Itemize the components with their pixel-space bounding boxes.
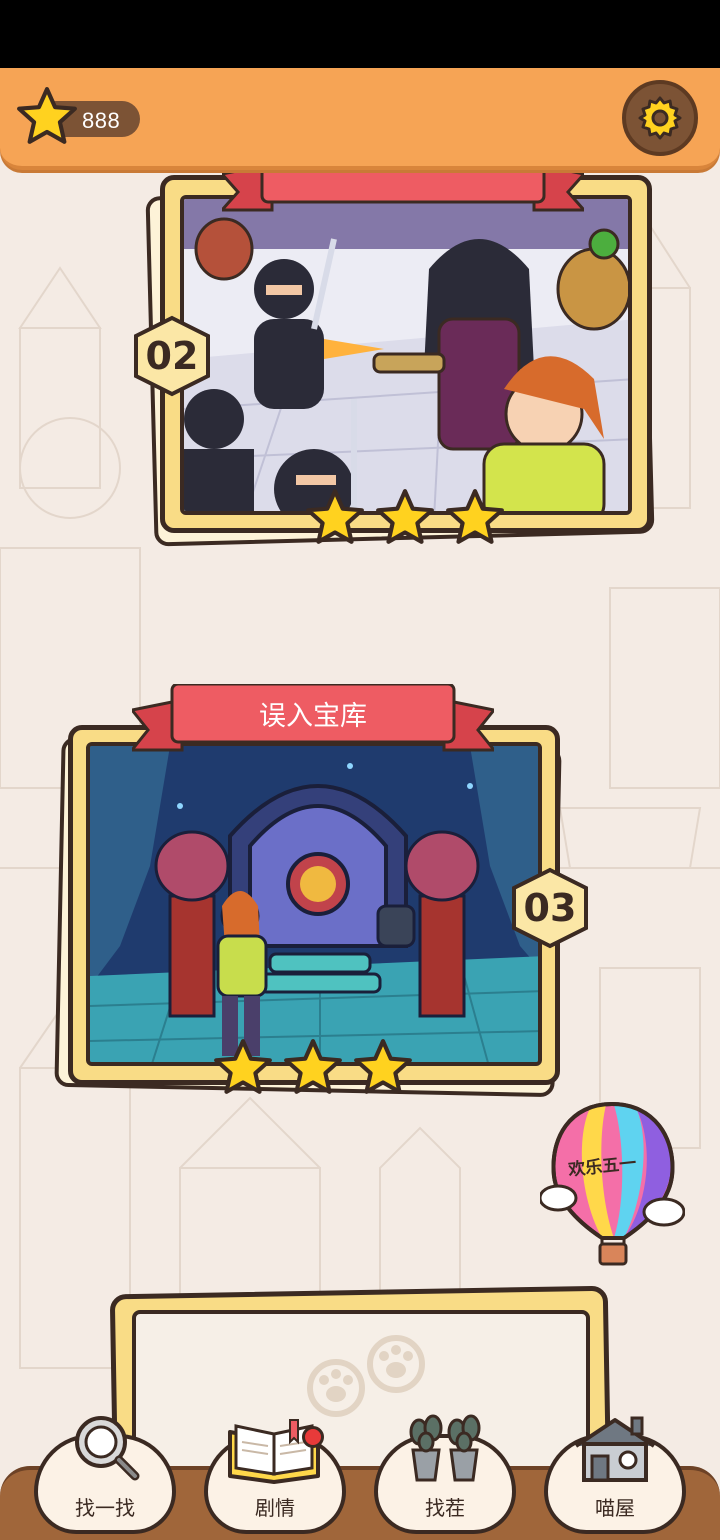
nav-label: 找一找 [75,1496,135,1520]
ninja-fight-scene-image [184,199,628,511]
nav-item-story[interactable]: 剧情 [204,1419,346,1534]
star-icon [354,1039,412,1094]
notification-dot [302,1426,324,1448]
level-title-ribbon: 误入宝库 [132,684,494,754]
settings-button[interactable] [622,80,698,156]
star-icon [214,1039,272,1094]
level-title: 误入宝库 [259,700,367,732]
potted-plants-icon [409,1414,481,1482]
coin-count: 888 [82,108,121,133]
star-icon [306,489,364,544]
level-scene-03 [86,742,542,1066]
level-number-badge: 03 [508,866,592,950]
nav-label: 找茬 [425,1496,465,1520]
level-scene-02 [180,195,632,515]
nav-label: 喵屋 [595,1496,635,1520]
status-bar [0,0,720,68]
top-bar: 888 [0,68,720,170]
book-icon [228,1419,320,1484]
hot-air-balloon-icon [538,1101,686,1266]
gear-icon [638,96,682,140]
star-icon [17,87,77,144]
nav-label: 剧情 [255,1496,295,1520]
nav-item-cat-house[interactable]: 喵屋 [544,1416,686,1534]
house-icon [574,1416,656,1482]
star-icon [446,489,504,544]
level-stars [304,487,506,549]
magnifier-icon [75,1416,140,1481]
level-stars [212,1037,414,1099]
treasure-vault-scene-image [90,746,538,1062]
event-balloon-button[interactable]: 欢乐五一 [538,1098,686,1270]
nav-item-spot-difference[interactable]: 找茬 [374,1414,516,1534]
level-number: 02 [145,334,199,378]
star-icon [284,1039,342,1094]
nav-item-find[interactable]: 找一找 [34,1416,176,1534]
level-number-badge: 02 [130,314,214,398]
level-number: 03 [523,886,577,930]
star-icon [376,489,434,544]
